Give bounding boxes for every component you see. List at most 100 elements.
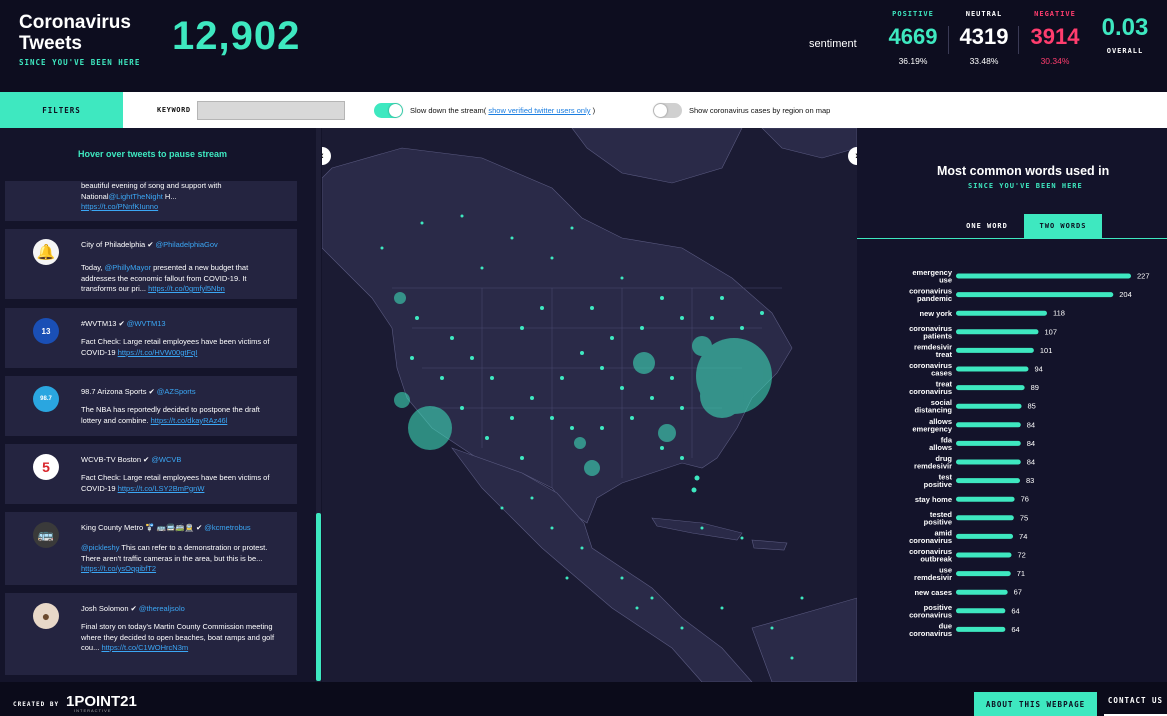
tweet-card[interactable]: ● Josh Solomon ✔ @therealjsolo Final story… [5, 593, 297, 675]
bar-label: use remdesivir [914, 566, 952, 583]
negative-label: NEGATIVE [1034, 10, 1076, 18]
contact-button[interactable]: CONTACT US [1104, 696, 1167, 716]
tweet-card[interactable]: 🚌 King County Metro 🚏 🚌🚍🚎🚊 ✔ @kcmetrobus @… [5, 512, 297, 585]
slow-stream-label: Slow down the stream( show verified twit… [410, 106, 595, 115]
verified-users-link[interactable]: show verified twitter users only [488, 106, 590, 115]
keyword-label: KEYWORD [157, 106, 191, 114]
avatar: 5 [33, 454, 59, 480]
bar-label: stay home [915, 495, 952, 504]
tweet-card[interactable]: 98.7 98.7 Arizona Sports ✔ @AZSports The N… [5, 376, 297, 436]
bar-label: coronavirus outbreak [909, 547, 953, 564]
bar-label: test positive [924, 473, 953, 490]
tweet-map[interactable]: ‹ › [322, 128, 857, 682]
bar [956, 292, 1114, 298]
tweet-link[interactable]: https://t.co/ysOqgibfT2 [81, 564, 156, 573]
tweet-card[interactable]: 5 WCVB-TV Boston ✔ @WCVB Fact Check: Large… [5, 444, 297, 504]
keyword-input[interactable] [197, 101, 345, 120]
bar-label: tested positive [924, 510, 953, 527]
tweet-link[interactable]: https://t.co/PNnfKIunno [81, 202, 158, 211]
slow-stream-close: ) [592, 106, 596, 115]
avatar: 13 [33, 318, 59, 344]
bar [956, 385, 1025, 391]
divider [948, 26, 949, 54]
bar-label: due coronavirus [909, 621, 952, 638]
author-handle[interactable]: @kcmetrobus [204, 523, 250, 532]
bar-value: 72 [1018, 551, 1026, 560]
tab-one-word[interactable]: ONE WORD [950, 214, 1024, 238]
bar-value: 84 [1027, 458, 1035, 467]
tweet-mention[interactable]: @PhillyMayor [105, 263, 151, 272]
divider [1018, 26, 1019, 54]
tweet-author: 98.7 Arizona Sports ✔ @AZSports [81, 387, 196, 396]
bar-value: 64 [1011, 606, 1019, 615]
bar [956, 422, 1021, 428]
author-handle[interactable]: @AZSports [157, 387, 196, 396]
tweet-link[interactable]: https://t.co/dkayRAz46l [151, 416, 228, 425]
tweet-cluster [394, 292, 406, 304]
tweet-cluster [394, 392, 410, 408]
bar [956, 310, 1047, 316]
common-words-panel: Most common words used in SINCE YOU'VE B… [857, 128, 1167, 682]
author-handle[interactable]: @WVTM13 [127, 319, 166, 328]
landmass [751, 539, 788, 551]
landmass [751, 597, 857, 682]
filters-bar: FILTERS KEYWORD Slow down the stream( sh… [0, 92, 1167, 128]
bar [956, 459, 1021, 465]
footer: CREATED BY 1POINT21 INTERACTIVE ABOUT TH… [0, 682, 1167, 716]
person-icon: ● [41, 608, 51, 624]
tweet-link[interactable]: https://t.co/LSY2BmPgnW [118, 484, 205, 493]
bar [956, 347, 1034, 353]
bar-value: 64 [1011, 625, 1019, 634]
tweet-link[interactable]: https://t.co/HVW00gtFqI [118, 348, 198, 357]
tweet-author: Josh Solomon ✔ @therealjsolo [81, 604, 185, 613]
toggle-knob [389, 104, 402, 117]
avatar: ● [33, 603, 59, 629]
cases-map-toggle[interactable] [653, 103, 682, 118]
bar [956, 496, 1015, 502]
app-subtitle: SINCE YOU'VE BEEN HERE [19, 58, 141, 67]
author-handle[interactable]: @PhiladelphiaGov [156, 240, 218, 249]
bar-label: emergency use [912, 268, 952, 285]
bar-label: new cases [914, 588, 952, 597]
bar-label: amid coronavirus [909, 528, 952, 545]
bar-label: social distancing [914, 398, 952, 415]
verified-icon: ✔ [143, 455, 150, 464]
filters-tab[interactable]: FILTERS [0, 92, 123, 128]
slow-stream-toggle[interactable] [374, 103, 403, 118]
author-name: #WVTM13 [81, 319, 117, 328]
bar-value: 76 [1021, 495, 1029, 504]
bar-value: 118 [1053, 309, 1065, 318]
overall-label: OVERALL [1106, 47, 1144, 55]
tweet-stream-panel: Hover over tweets to pause stream beauti… [0, 128, 322, 682]
tweet-body: @pickleshy This can refer to a demonstra… [81, 543, 281, 575]
positive-value: 4669 [888, 24, 938, 49]
verified-icon: ✔ [195, 523, 203, 532]
tweet-mention[interactable]: @LightTheNight [109, 192, 163, 201]
tweet-card[interactable]: 13 #WVTM13 ✔ @WVTM13 Fact Check: Large ret… [5, 308, 297, 368]
tweet-count: 12,902 [172, 14, 301, 58]
tweet-mention[interactable]: @pickleshy [81, 543, 119, 552]
bar-label: allows emergency [912, 417, 952, 434]
author-name: WCVB-TV Boston [81, 455, 142, 464]
bus-icon: 🚌 [37, 527, 55, 542]
author-handle[interactable]: @WCVB [151, 455, 181, 464]
tweet-link[interactable]: https://t.co/C1WOHrcN3m [101, 643, 188, 652]
bar-value: 89 [1031, 383, 1039, 392]
tweet-cluster [408, 406, 452, 450]
scrollbar-thumb[interactable] [316, 513, 321, 681]
bar-label: coronavirus cases [909, 361, 952, 378]
tab-two-words[interactable]: TWO WORDS [1024, 214, 1102, 238]
tweet-card[interactable]: beautiful evening of song and support wi… [5, 181, 297, 221]
word-frequency-chart: emergency use 227 coronavirus pandemic 204 new… [909, 268, 1149, 638]
bar-value: 84 [1027, 420, 1035, 429]
bar [956, 478, 1020, 484]
landmass [761, 128, 857, 159]
about-button[interactable]: ABOUT THIS WEBPAGE [974, 692, 1097, 716]
tweet-body: Final story on today's Martin County Com… [81, 622, 281, 654]
tweet-link[interactable]: https://t.co/0gmfyl5Nbn [148, 284, 225, 293]
words-subtitle: SINCE YOU'VE BEEN HERE [968, 182, 1083, 190]
bar [956, 589, 1008, 595]
tweet-card[interactable]: 🔔 City of Philadelphia ✔ @PhiladelphiaGov … [5, 229, 297, 299]
bar [956, 273, 1131, 279]
author-handle[interactable]: @therealjsolo [139, 604, 185, 613]
